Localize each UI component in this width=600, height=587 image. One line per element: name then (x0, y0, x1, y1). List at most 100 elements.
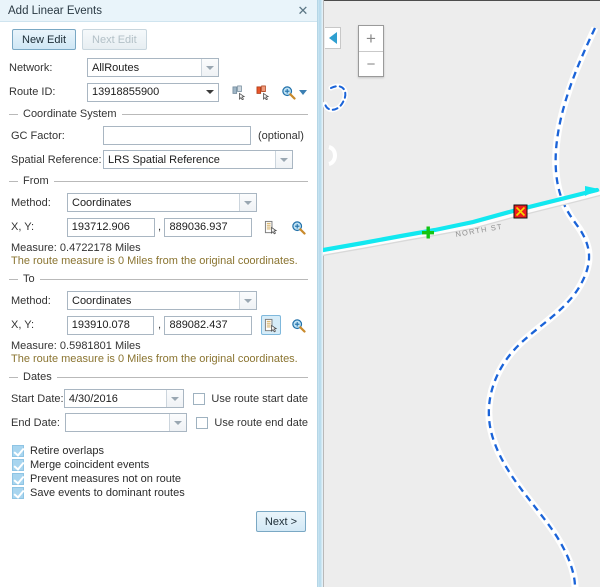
to-measure-note: The route measure is 0 Miles from the or… (11, 353, 308, 365)
panel-body: New Edit Next Edit Network: AllRoutes Ro… (0, 22, 317, 532)
from-xy-label: X, Y: (11, 221, 67, 233)
gc-factor-input[interactable] (103, 126, 251, 145)
option-prevent-measures-not-on-route-label: Prevent measures not on route (30, 473, 181, 485)
from-method-label: Method: (11, 197, 67, 209)
dates-fieldset: Dates Start Date: 4/30/2016 Use route st… (9, 371, 308, 432)
to-y-input[interactable]: 889082.437 (164, 316, 252, 335)
zoom-out-button[interactable]: − (359, 51, 383, 76)
network-label: Network: (9, 62, 87, 74)
panel-title: Add Linear Events (0, 5, 102, 17)
from-measure-note: The route measure is 0 Miles from the or… (11, 255, 308, 267)
footer-actions: Next > (9, 501, 308, 532)
to-measure: Measure: 0.5981801 Miles (11, 340, 308, 352)
collapse-left-arrow-icon (329, 32, 337, 44)
app-root: NORTH ST + − Add Linear Events (0, 0, 600, 587)
to-xy-row: X, Y: 193910.078 , 889082.437 (11, 315, 308, 335)
option-save-events-to-dominant-routes-label: Save events to dominant routes (30, 487, 185, 499)
spatial-reference-value: LRS Spatial Reference (104, 154, 275, 166)
option-prevent-measures-not-on-route-checkbox[interactable] (12, 473, 24, 485)
use-route-end-date-label: Use route end date (214, 417, 308, 429)
from-y-input[interactable]: 889036.937 (164, 218, 252, 237)
panel-titlebar: Add Linear Events ✕ (0, 0, 317, 22)
to-zoom-magnifier-icon[interactable] (288, 315, 308, 335)
dates-legend: Dates (9, 371, 308, 383)
map-canvas[interactable]: NORTH ST + − (323, 0, 600, 587)
gc-factor-row: GC Factor: (optional) (11, 126, 308, 145)
chevron-down-icon (201, 84, 218, 101)
network-select[interactable]: AllRoutes (87, 58, 219, 77)
from-method-row: Method: Coordinates (11, 193, 308, 212)
option-save-events-to-dominant-routes[interactable]: Save events to dominant routes (12, 487, 308, 499)
next-button[interactable]: Next > (256, 511, 306, 532)
from-xy-row: X, Y: 193712.906 , 889036.937 (11, 217, 308, 237)
collapse-panel-button[interactable] (325, 27, 341, 49)
option-retire-overlaps[interactable]: Retire overlaps (12, 445, 308, 457)
option-save-events-to-dominant-routes-checkbox[interactable] (12, 487, 24, 499)
from-measure: Measure: 0.4722178 Miles (11, 242, 308, 254)
to-x-input[interactable]: 193910.078 (67, 316, 155, 335)
to-method-label: Method: (11, 295, 67, 307)
zoom-in-button[interactable]: + (359, 26, 383, 51)
coordinate-system-body: GC Factor: (optional) Spatial Reference:… (9, 120, 308, 169)
chevron-down-icon[interactable] (299, 90, 307, 95)
dates-body: Start Date: 4/30/2016 Use route start da… (9, 383, 308, 432)
chevron-down-icon (201, 59, 218, 76)
to-method-row: Method: Coordinates (11, 291, 308, 310)
coordinate-system-legend-text: Coordinate System (23, 108, 117, 120)
from-zoom-magnifier-icon[interactable] (288, 217, 308, 237)
map-graphics: NORTH ST (323, 0, 600, 587)
option-merge-coincident-events[interactable]: Merge coincident events (12, 459, 308, 471)
from-x-input[interactable]: 193712.906 (67, 218, 155, 237)
new-edit-button[interactable]: New Edit (12, 29, 76, 50)
start-date-select[interactable]: 4/30/2016 (64, 389, 185, 408)
to-method-select[interactable]: Coordinates (67, 291, 257, 310)
coordinate-system-legend: Coordinate System (9, 108, 308, 120)
use-route-end-date-checkbox[interactable] (196, 417, 208, 429)
network-row: Network: AllRoutes (9, 58, 308, 77)
end-date-label: End Date: (11, 417, 65, 429)
route-id-row: Route ID: 13918855900 (9, 82, 308, 102)
close-icon[interactable]: ✕ (296, 3, 310, 17)
start-date-value: 4/30/2016 (65, 393, 167, 405)
add-linear-events-panel: Add Linear Events ✕ New Edit Next Edit N… (0, 0, 318, 587)
start-date-row: Start Date: 4/30/2016 Use route start da… (11, 389, 308, 408)
coordinate-system-fieldset: Coordinate System GC Factor: (optional) … (9, 108, 308, 169)
from-xy-comma: , (155, 221, 165, 233)
to-fieldset: To Method: Coordinates X, Y: 193910.078 (9, 273, 308, 365)
map-zoom-control[interactable]: + − (358, 25, 384, 77)
from-pick-coordinates-icon[interactable] (261, 217, 281, 237)
end-date-select[interactable] (65, 413, 188, 432)
from-legend: From (9, 175, 308, 187)
option-merge-coincident-events-label: Merge coincident events (30, 459, 149, 471)
option-merge-coincident-events-checkbox[interactable] (12, 459, 24, 471)
select-route-red-icon[interactable] (253, 82, 273, 102)
to-pick-coordinates-icon[interactable] (261, 315, 281, 335)
route-id-value: 13918855900 (88, 86, 201, 98)
chevron-down-icon (275, 151, 292, 168)
chevron-down-icon (239, 292, 256, 309)
panel-edge-accent (318, 0, 323, 587)
to-legend: To (9, 273, 308, 285)
to-method-value: Coordinates (68, 295, 239, 307)
from-fieldset: From Method: Coordinates X, Y: 193712.90… (9, 175, 308, 267)
to-xy-comma: , (154, 319, 164, 331)
select-route-icon[interactable] (229, 82, 249, 102)
route-id-select[interactable]: 13918855900 (87, 83, 219, 102)
option-prevent-measures-not-on-route[interactable]: Prevent measures not on route (12, 473, 308, 485)
spatial-reference-row: Spatial Reference: LRS Spatial Reference (11, 150, 308, 169)
chevron-down-icon (169, 414, 186, 431)
from-method-select[interactable]: Coordinates (67, 193, 257, 212)
to-body: Method: Coordinates X, Y: 193910.078 , 8… (9, 285, 308, 365)
spatial-reference-select[interactable]: LRS Spatial Reference (103, 150, 293, 169)
use-route-start-date-checkbox[interactable] (193, 393, 205, 405)
start-date-label: Start Date: (11, 393, 64, 405)
gc-factor-label: GC Factor: (11, 130, 103, 142)
end-date-row: End Date: Use route end date (11, 413, 308, 432)
network-value: AllRoutes (88, 62, 201, 74)
option-retire-overlaps-checkbox[interactable] (12, 445, 24, 457)
zoom-magnifier-icon[interactable] (278, 82, 298, 102)
next-edit-button: Next Edit (82, 29, 147, 50)
from-body: Method: Coordinates X, Y: 193712.906 , 8… (9, 187, 308, 267)
edit-button-row: New Edit Next Edit (9, 22, 308, 54)
to-legend-text: To (23, 273, 35, 285)
